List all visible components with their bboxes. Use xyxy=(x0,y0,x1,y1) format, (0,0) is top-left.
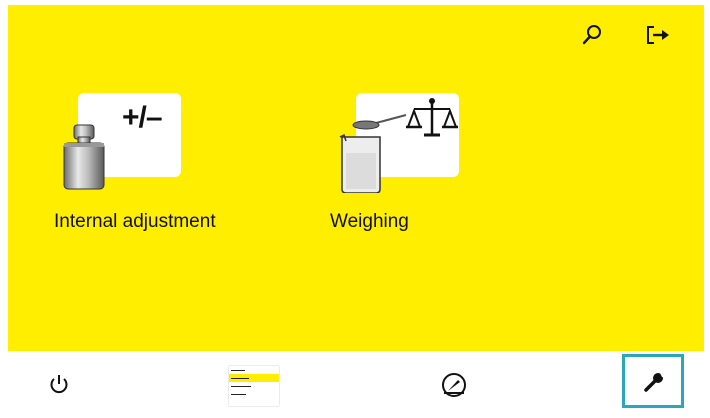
tile-label-internal-adjustment: Internal adjustment xyxy=(54,211,216,232)
logout-button[interactable] xyxy=(644,21,672,49)
power-icon xyxy=(50,375,68,394)
gauge-button[interactable] xyxy=(436,367,472,401)
tile-label-weighing: Weighing xyxy=(330,211,409,232)
tile-symbol: +/– xyxy=(122,101,163,134)
bottom-bar xyxy=(8,351,704,413)
tile-weighing[interactable]: Weighing xyxy=(330,87,520,247)
settings-button[interactable] xyxy=(622,354,684,408)
search-icon xyxy=(582,25,601,45)
tile-internal-adjustment[interactable]: +/– Internal adjustment xyxy=(54,87,244,247)
beaker-scale-icon xyxy=(339,98,458,193)
screen: +/– Internal adjustment Weighing xyxy=(8,5,704,413)
main-panel: +/– Internal adjustment Weighing xyxy=(8,5,704,351)
gauge-icon xyxy=(442,373,466,397)
wrench-icon xyxy=(644,373,665,392)
task-list-button[interactable] xyxy=(229,366,279,406)
weight-adjust-icon xyxy=(63,124,105,190)
search-button[interactable] xyxy=(578,21,606,49)
task-list-icon xyxy=(229,366,279,398)
logout-icon xyxy=(647,26,669,44)
power-button[interactable] xyxy=(44,369,74,399)
